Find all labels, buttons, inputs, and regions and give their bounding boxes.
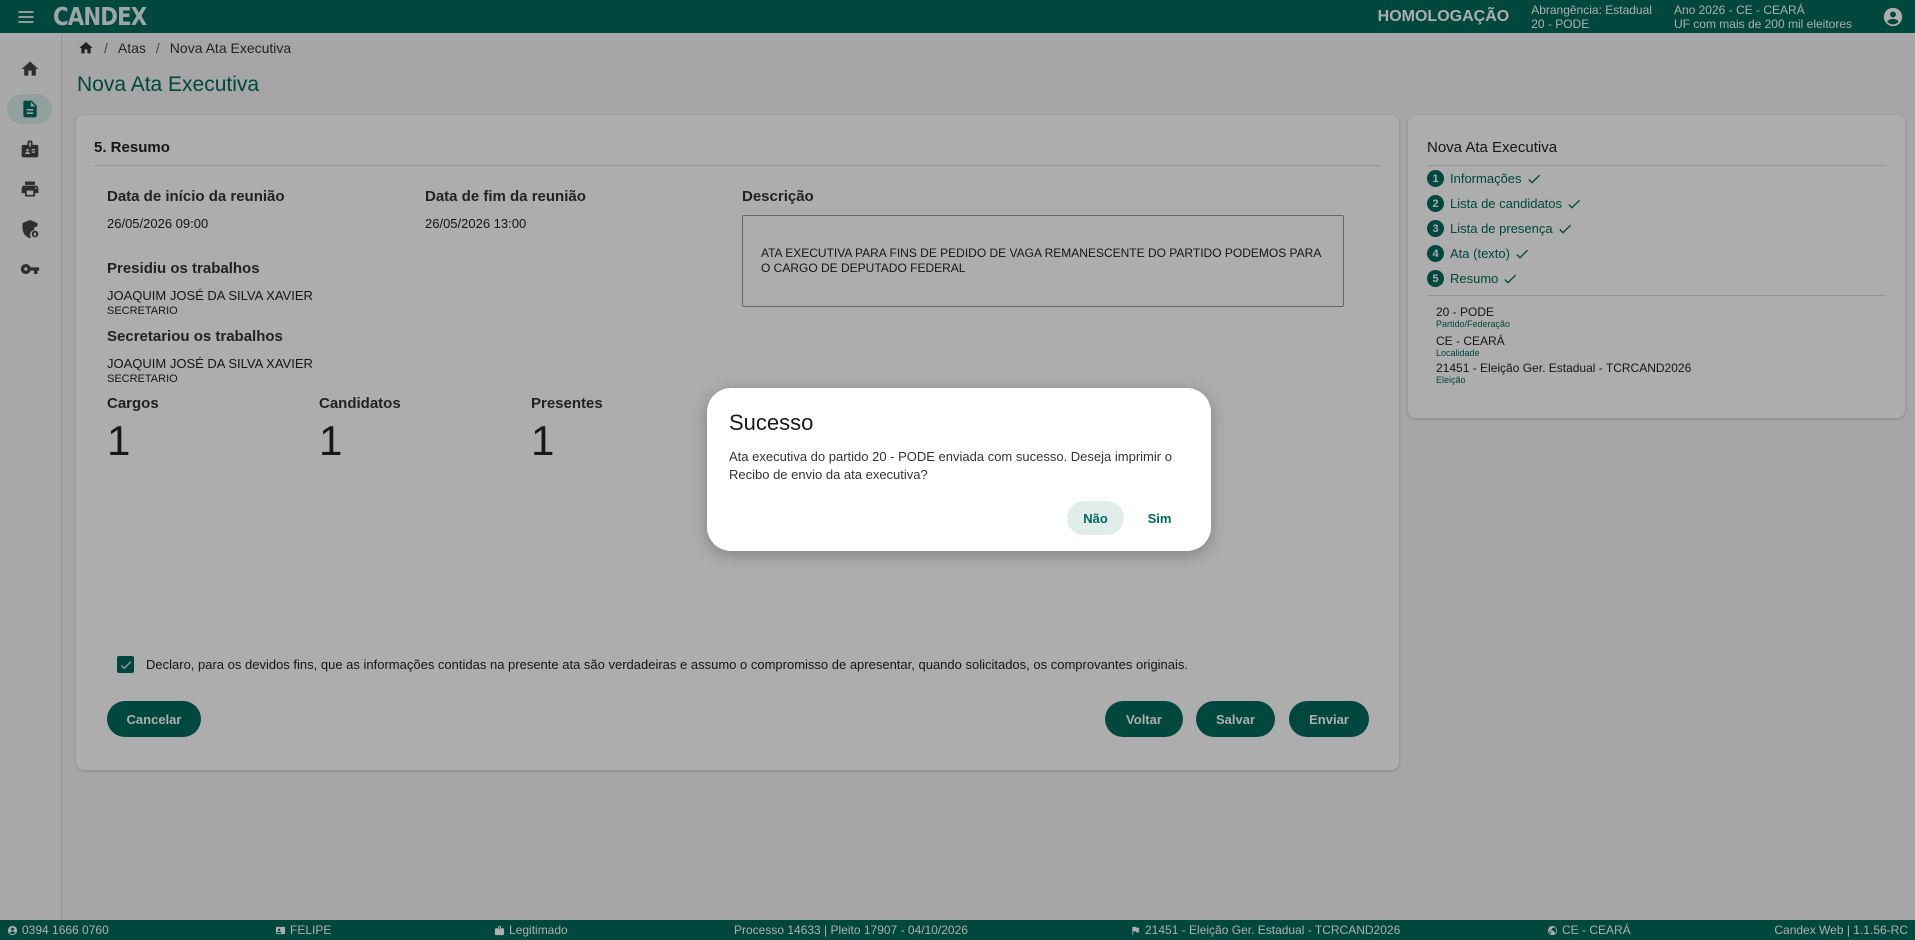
yes-button[interactable]: Sim [1138, 501, 1181, 535]
dialog-message: Ata executiva do partido 20 - PODE envia… [729, 449, 1172, 482]
success-dialog: Sucesso Ata executiva do partido 20 - PO… [707, 388, 1211, 551]
dialog-title: Sucesso [729, 410, 814, 435]
no-button[interactable]: Não [1067, 501, 1124, 535]
